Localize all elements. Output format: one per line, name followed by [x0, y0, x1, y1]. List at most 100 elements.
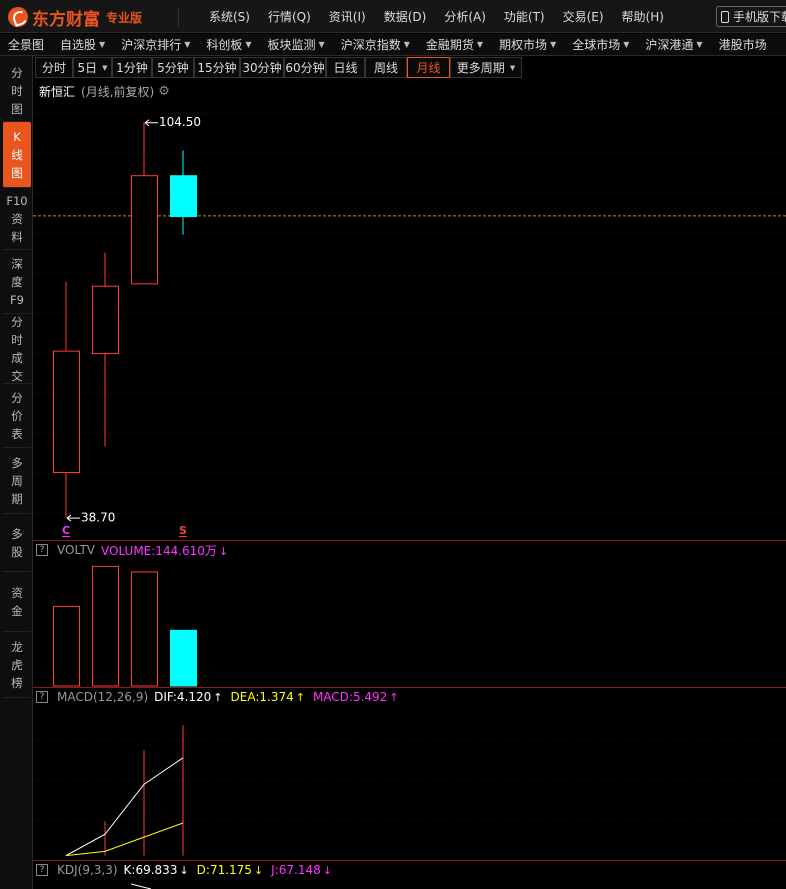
nav-item-label: 金融期货: [425, 38, 474, 52]
menu-item[interactable]: 数据(D): [375, 8, 436, 25]
menu-item[interactable]: 系统(S): [200, 8, 259, 25]
nav-item-label: 沪深京指数: [340, 38, 401, 52]
menu-item[interactable]: 资讯(I): [320, 8, 375, 25]
period-tab[interactable]: 5日 ▼: [73, 57, 112, 78]
period-tab[interactable]: 15分钟: [194, 57, 240, 78]
nav-item-label: 自选股: [60, 38, 97, 52]
dif-value: DIF:4.120 ↑: [154, 690, 222, 704]
nav-item[interactable]: 金融期货 ▼: [418, 36, 491, 53]
sidebar-item-label: 线: [11, 147, 23, 162]
period-tab-label: 5日: [77, 61, 98, 75]
market-nav-bar: 全景图 自选股 ▼ 沪深京排行 ▼ 科创板 ▼ 板块监测 ▼ 沪深京指数 ▼ 金融期货 ▼ 期权市场 ▼ 全球…: [0, 34, 786, 56]
chart-header: 新恒汇 (月线,前复权) ⚙: [39, 82, 170, 100]
sidebar-item[interactable]: 多股: [3, 514, 31, 572]
sidebar-item[interactable]: 分时图: [3, 60, 31, 122]
volume-indicator-name[interactable]: VOLTV: [57, 543, 95, 557]
sidebar-item[interactable]: 多周期: [3, 448, 31, 514]
j-value-text: J:67.148: [271, 863, 321, 877]
volume-bar: [92, 565, 119, 687]
sidebar-item-label: 分: [11, 314, 23, 329]
dea-value: DEA:1.374 ↑: [231, 690, 305, 704]
help-icon[interactable]: ?: [36, 544, 48, 556]
nav-item-label: 沪深港通: [645, 38, 694, 52]
period-tab[interactable]: 30分钟: [240, 57, 284, 78]
caret-down-icon: ▼: [102, 63, 108, 72]
sidebar-item-label: 龙: [11, 639, 23, 654]
sidebar-item-label: 榜: [11, 675, 23, 690]
period-tab[interactable]: 分时: [35, 57, 73, 78]
nav-item-label: 科创板: [206, 38, 243, 52]
period-tab[interactable]: 月线: [407, 57, 450, 78]
volume-bar: [53, 605, 80, 687]
help-icon[interactable]: ?: [36, 691, 48, 703]
menu-item[interactable]: 帮助(H): [613, 8, 673, 25]
sidebar-item-label: 深: [11, 256, 23, 271]
sidebar-item-label: 价: [11, 408, 23, 423]
sidebar-item-label: 金: [11, 603, 23, 618]
period-tab-label: 60分钟: [285, 61, 325, 75]
app-logo: 东方财富 专业版: [8, 6, 142, 30]
menu-item[interactable]: 行情(Q): [259, 8, 320, 25]
sidebar-item-label: 周: [11, 473, 23, 488]
period-tab[interactable]: 周线: [365, 57, 407, 78]
signal-marker: C: [62, 524, 70, 537]
sidebar-item[interactable]: 深度 F9: [3, 250, 31, 314]
candle: [92, 285, 119, 355]
sidebar-item-label: 料: [11, 229, 23, 244]
dea-value-text: DEA:1.374: [230, 690, 294, 704]
period-tab[interactable]: 更多周期 ▼: [450, 57, 522, 78]
nav-item[interactable]: 全景图: [0, 36, 52, 53]
menu-item[interactable]: 分析(A): [435, 8, 495, 25]
period-tab-label: 月线: [416, 61, 441, 75]
macd-indicator-name[interactable]: MACD(12,26,9): [57, 690, 148, 704]
nav-item[interactable]: 沪深京排行 ▼: [113, 36, 198, 53]
volume-value-text: VOLUME:144.610万: [101, 543, 217, 558]
sidebar-item-label: 图: [11, 165, 23, 180]
sidebar-item-label: 期: [11, 491, 23, 506]
dea-line: [65, 822, 184, 857]
nav-item[interactable]: 板块监测 ▼: [260, 36, 333, 53]
period-tab[interactable]: 日线: [326, 57, 365, 78]
kdj-indicator-name[interactable]: KDJ(9,3,3): [57, 863, 118, 877]
sidebar-item[interactable]: K线图: [3, 122, 31, 188]
period-tab[interactable]: 5分钟: [152, 57, 194, 78]
menu-item[interactable]: 交易(E): [554, 8, 613, 25]
nav-item[interactable]: 港股市场: [711, 36, 775, 53]
mobile-download-button[interactable]: 手机版下载: [716, 6, 786, 27]
sidebar-item[interactable]: F10 资料: [3, 188, 31, 250]
nav-item[interactable]: 自选股 ▼: [52, 36, 113, 53]
nav-item[interactable]: 科创板 ▼: [198, 36, 259, 53]
sidebar-item-label: 时: [11, 332, 23, 347]
period-tab-label: 30分钟: [242, 61, 282, 75]
caret-down-icon: ▼: [476, 40, 484, 49]
sidebar-item-label: 多: [11, 455, 23, 470]
help-icon[interactable]: ?: [36, 864, 48, 876]
sidebar-item[interactable]: 龙虎榜: [3, 632, 31, 698]
nav-item[interactable]: 沪深京指数 ▼: [333, 36, 418, 53]
phone-icon: [721, 10, 729, 23]
nav-item[interactable]: 期权市场 ▼: [491, 36, 564, 53]
sidebar-item-label: F10: [6, 193, 28, 208]
period-tab-label: 1分钟: [116, 61, 148, 75]
caret-down-icon: ▼: [403, 40, 410, 49]
chart-area[interactable]: 104.50 38.70 C S: [33, 100, 786, 889]
nav-item-label: 全景图: [8, 38, 45, 52]
gear-icon[interactable]: ⚙: [158, 84, 170, 99]
j-value: J:67.148 ↓: [271, 863, 332, 877]
nav-item-label: 全球市场: [572, 38, 621, 52]
signal-marker: S: [179, 524, 187, 537]
menu-item[interactable]: 功能(T): [495, 8, 554, 25]
sidebar-item-label: 虎: [11, 657, 23, 672]
sidebar-item-label: 成: [11, 350, 23, 365]
sidebar-item[interactable]: 资金: [3, 572, 31, 632]
period-tab-label: 15分钟: [197, 61, 237, 75]
high-price-label: 104.50: [159, 115, 201, 129]
period-tab[interactable]: 1分钟: [112, 57, 152, 78]
caret-down-icon: ▼: [509, 63, 516, 72]
sidebar-item[interactable]: 分时成交: [3, 314, 31, 384]
sidebar-item[interactable]: 分价表: [3, 384, 31, 448]
nav-item[interactable]: 沪深港通 ▼: [637, 36, 710, 53]
nav-item[interactable]: 全球市场 ▼: [564, 36, 637, 53]
period-tab[interactable]: 60分钟: [284, 57, 326, 78]
caret-down-icon: ▼: [696, 40, 703, 49]
